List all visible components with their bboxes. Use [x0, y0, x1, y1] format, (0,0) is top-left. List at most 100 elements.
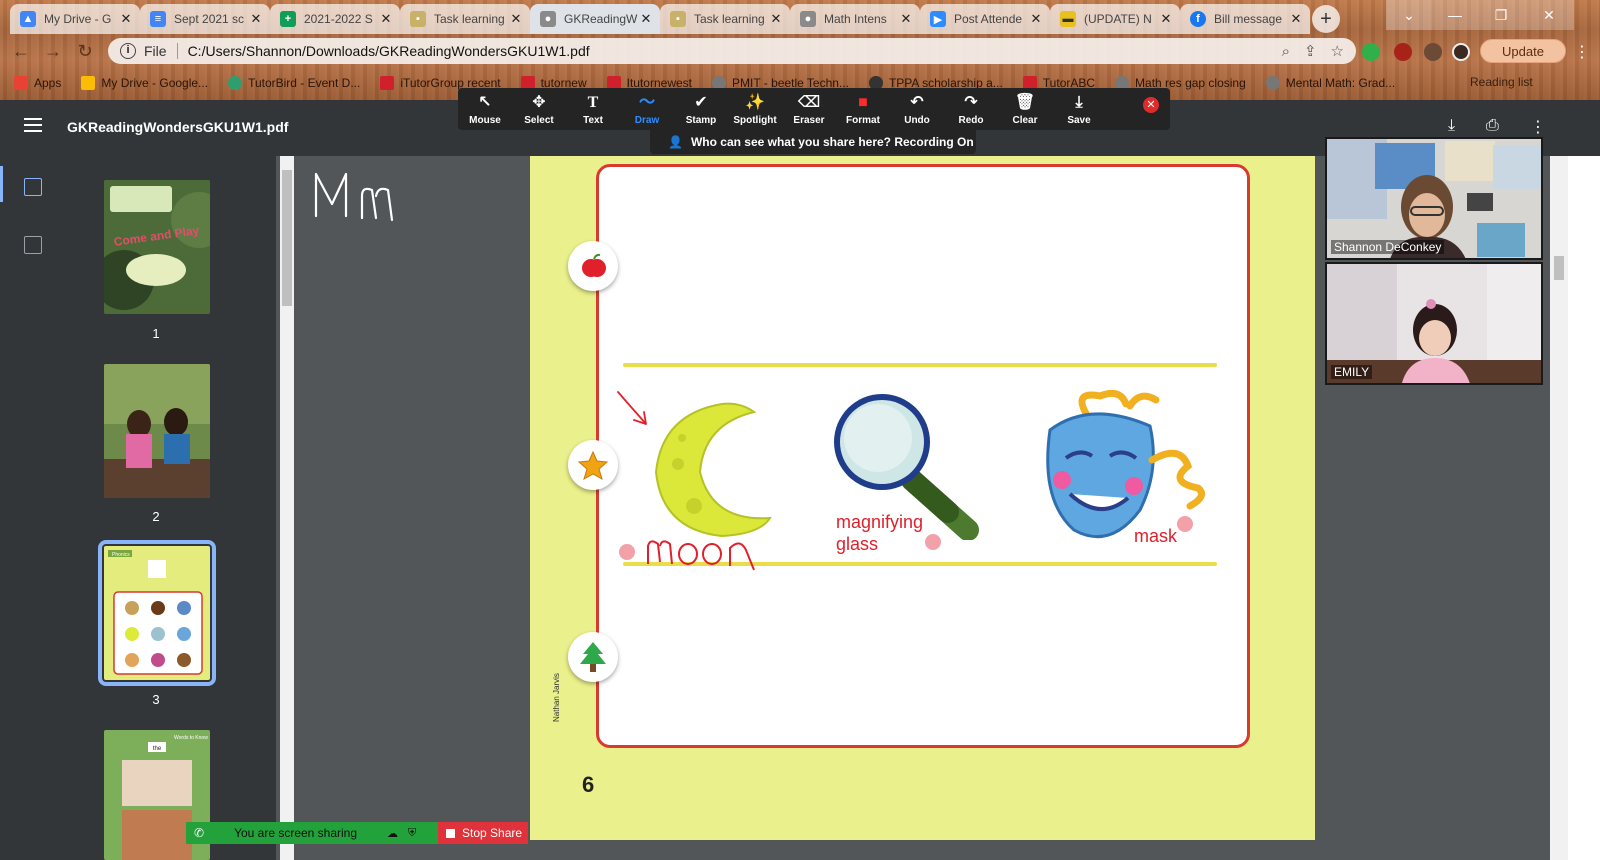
tool-label: Text — [583, 114, 603, 126]
scrollbar-thumb[interactable] — [1554, 256, 1564, 280]
screen-share-bar[interactable]: ✆ You are screen sharing ☁ ⛨ — [186, 822, 438, 844]
puzzle-icon[interactable] — [1424, 43, 1442, 61]
thumbnail-word: the — [153, 746, 162, 752]
format-tool-button[interactable]: ■ Format — [836, 88, 890, 130]
browser-tab-active[interactable]: ● GKReadingW ✕ — [530, 4, 660, 34]
tab-title: Bill message — [1214, 12, 1283, 26]
browser-tab[interactable]: f Bill message ✕ — [1180, 4, 1310, 34]
clear-button[interactable]: 🗑 Clear — [998, 88, 1052, 130]
marker-dot — [925, 534, 941, 550]
page-thumbnail[interactable]: Come and Play — [104, 180, 210, 314]
page-thumbnail-selected[interactable]: Phonics — [98, 540, 216, 686]
tab-search-button[interactable]: ⌄ — [1386, 0, 1432, 30]
redo-button[interactable]: ↷ Redo — [944, 88, 998, 130]
restore-button[interactable]: ❐ — [1478, 0, 1524, 30]
close-icon[interactable]: ✕ — [638, 11, 654, 27]
bookmark-item[interactable]: My Drive - Google... — [81, 76, 208, 90]
stop-share-button[interactable]: Stop Share — [438, 822, 528, 844]
tab-title: (UPDATE) N — [1084, 12, 1152, 26]
drive-icon: ▲ — [20, 11, 36, 27]
bookmark-label: TutorBird - Event D... — [248, 76, 361, 90]
sidebar-scrollbar[interactable] — [280, 156, 294, 860]
annotation-area — [294, 156, 530, 860]
move-icon: ✥ — [532, 93, 546, 111]
tool-label: Spotlight — [733, 114, 777, 126]
share-icon[interactable]: ⇪ — [1304, 42, 1317, 60]
chrome-menu-icon[interactable]: ⋮ — [1574, 42, 1590, 62]
mouse-tool-button[interactable]: ↖ Mouse — [458, 88, 512, 130]
zoom-lens-icon[interactable]: ⌕ — [1282, 43, 1290, 60]
reload-button[interactable]: ↻ — [74, 40, 96, 62]
bookmark-item[interactable]: TutorBird - Event D... — [228, 76, 360, 90]
save-button[interactable]: ⤓ Save — [1052, 88, 1106, 130]
scrollbar-thumb[interactable] — [282, 170, 292, 306]
handwriting-mm: Mm — [314, 172, 394, 222]
video-tile-host[interactable]: Shannon DeConkey — [1325, 137, 1543, 260]
video-tile-student[interactable]: EMILY — [1325, 262, 1543, 385]
arrow-annotation — [617, 391, 647, 425]
text-tool-button[interactable]: T Text — [566, 88, 620, 130]
tool-label: Draw — [634, 114, 660, 126]
browser-tab[interactable]: ● Math Intens ✕ — [790, 4, 920, 34]
select-tool-button[interactable]: ✥ Select — [512, 88, 566, 130]
extension-icon[interactable] — [1362, 43, 1380, 61]
bookmark-star-icon[interactable]: ☆ — [1331, 42, 1344, 60]
menu-icon[interactable] — [24, 118, 42, 132]
close-icon[interactable]: ✕ — [248, 11, 264, 27]
close-icon[interactable]: ✕ — [1143, 97, 1159, 113]
url-text[interactable]: C:/Users/Shannon/Downloads/GKReadingWond… — [188, 43, 1268, 59]
browser-tab[interactable]: ▬ (UPDATE) N ✕ — [1050, 4, 1180, 34]
eraser-tool-button[interactable]: ⌫ Eraser — [782, 88, 836, 130]
page-thumbnail[interactable] — [104, 364, 210, 498]
browser-tab[interactable]: ▪ Task learning ✕ — [660, 4, 790, 34]
bookmark-apps[interactable]: Apps — [14, 76, 61, 90]
spotlight-tool-button[interactable]: ✨ Spotlight — [728, 88, 782, 130]
close-icon[interactable]: ✕ — [118, 11, 134, 27]
sheets-icon: + — [280, 11, 296, 27]
minimize-button[interactable]: — — [1432, 0, 1478, 30]
close-icon[interactable]: ✕ — [508, 11, 524, 27]
browser-tab[interactable]: ▪ Task learning ✕ — [400, 4, 530, 34]
facebook-icon: f — [1190, 11, 1206, 27]
spotlight-icon: ✨ — [745, 93, 765, 111]
print-icon[interactable]: ⎙ — [1486, 117, 1499, 135]
bookmark-item[interactable]: Mental Math: Grad... — [1265, 76, 1395, 90]
close-icon[interactable]: ✕ — [1028, 11, 1044, 27]
browser-tab[interactable]: ≡ Sept 2021 sc ✕ — [140, 4, 270, 34]
stamp-tool-button[interactable]: ✔ Stamp — [674, 88, 728, 130]
undo-button[interactable]: ↶ Undo — [890, 88, 944, 130]
page-number: 6 — [582, 772, 595, 797]
close-icon[interactable]: ✕ — [898, 11, 914, 27]
back-button[interactable]: ← — [10, 40, 32, 62]
tool-label: Save — [1067, 114, 1091, 126]
new-tab-button[interactable]: + — [1312, 5, 1340, 33]
recording-notice[interactable]: 👤 Who can see what you share here? Recor… — [650, 130, 976, 154]
browser-tab[interactable]: ▶ Post Attende ✕ — [920, 4, 1050, 34]
browser-tab[interactable]: + 2021-2022 S ✕ — [270, 4, 400, 34]
tab-title: Sept 2021 sc — [174, 12, 245, 26]
avatar[interactable] — [1452, 43, 1470, 61]
download-icon[interactable]: ⤓ — [1448, 117, 1455, 135]
browser-tab[interactable]: ▲ My Drive - G ✕ — [10, 4, 140, 34]
close-icon[interactable]: ✕ — [1158, 11, 1174, 27]
close-icon[interactable]: ✕ — [768, 11, 784, 27]
close-window-button[interactable]: ✕ — [1524, 0, 1574, 30]
forward-button[interactable]: → — [42, 40, 64, 62]
outline-icon[interactable] — [24, 236, 42, 254]
ublock-icon[interactable] — [1394, 43, 1412, 61]
user-icon: 👤 — [668, 135, 683, 149]
update-label: Update — [1502, 43, 1544, 59]
omnibox[interactable]: i File C:/Users/Shannon/Downloads/GKRead… — [108, 38, 1356, 64]
recording-notice-text: Who can see what you share here? Recordi… — [690, 135, 974, 149]
thumbnails-icon[interactable] — [24, 178, 42, 196]
glass-label: glass — [836, 534, 879, 554]
draw-tool-button[interactable]: 〜 Draw — [620, 88, 674, 130]
close-icon[interactable]: ✕ — [378, 11, 394, 27]
page-scrollbar[interactable] — [1550, 156, 1568, 860]
reading-list[interactable]: Reading list — [1470, 75, 1533, 89]
close-icon[interactable]: ✕ — [1288, 11, 1304, 27]
update-button[interactable]: Update — [1480, 39, 1566, 63]
more-icon[interactable]: ⋮ — [1530, 117, 1546, 137]
info-icon[interactable]: i — [120, 43, 136, 59]
tab-title: Post Attende — [954, 12, 1023, 26]
